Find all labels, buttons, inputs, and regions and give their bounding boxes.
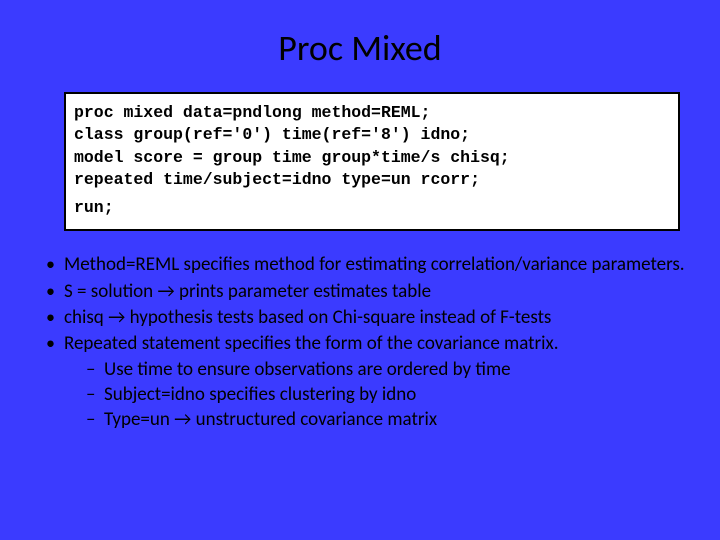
code-line: proc mixed data=pndlong method=REML;	[74, 102, 670, 124]
arrow-icon: →	[157, 280, 174, 303]
code-line: run;	[74, 197, 670, 219]
list-item: Method=REML specifies method for estimat…	[36, 253, 692, 277]
sub-list: Use time to ensure observations are orde…	[64, 358, 692, 433]
sub-list-item: Type=un → unstructured covariance matrix	[84, 408, 692, 432]
sub-list-item: Subject=idno specifies clustering by idn…	[84, 383, 692, 407]
sub-text: Subject=idno specifies clustering by idn…	[104, 383, 416, 406]
list-item: S = solution → prints parameter estimate…	[36, 280, 692, 304]
bullet-text-part: hypothesis tests based on Chi-square ins…	[125, 306, 551, 329]
code-line: model score = group time group*time/s ch…	[74, 147, 670, 169]
sub-text-part: Type=un	[104, 408, 174, 431]
code-line: repeated time/subject=idno type=un rcorr…	[74, 169, 670, 191]
slide: Proc Mixed proc mixed data=pndlong metho…	[0, 0, 720, 540]
slide-title: Proc Mixed	[28, 26, 692, 70]
list-item: chisq → hypothesis tests based on Chi-sq…	[36, 306, 692, 330]
arrow-icon: →	[174, 408, 191, 431]
code-line: class group(ref='0') time(ref='8') idno;	[74, 124, 670, 146]
bullet-text: Repeated statement specifies the form of…	[64, 332, 559, 355]
sub-text: Use time to ensure observations are orde…	[104, 358, 511, 381]
bullet-text-part: S = solution	[64, 280, 157, 303]
sub-text-part: unstructured covariance matrix	[191, 408, 437, 431]
arrow-icon: →	[108, 306, 125, 329]
list-item: Repeated statement specifies the form of…	[36, 332, 692, 432]
bullet-text: Method=REML specifies method for estimat…	[64, 253, 685, 276]
code-block: proc mixed data=pndlong method=REML;clas…	[64, 92, 680, 231]
sub-list-item: Use time to ensure observations are orde…	[84, 358, 692, 382]
bullet-text-part: prints parameter estimates table	[175, 280, 431, 303]
bullet-list: Method=REML specifies method for estimat…	[28, 253, 692, 432]
bullet-text-part: chisq	[64, 306, 108, 329]
